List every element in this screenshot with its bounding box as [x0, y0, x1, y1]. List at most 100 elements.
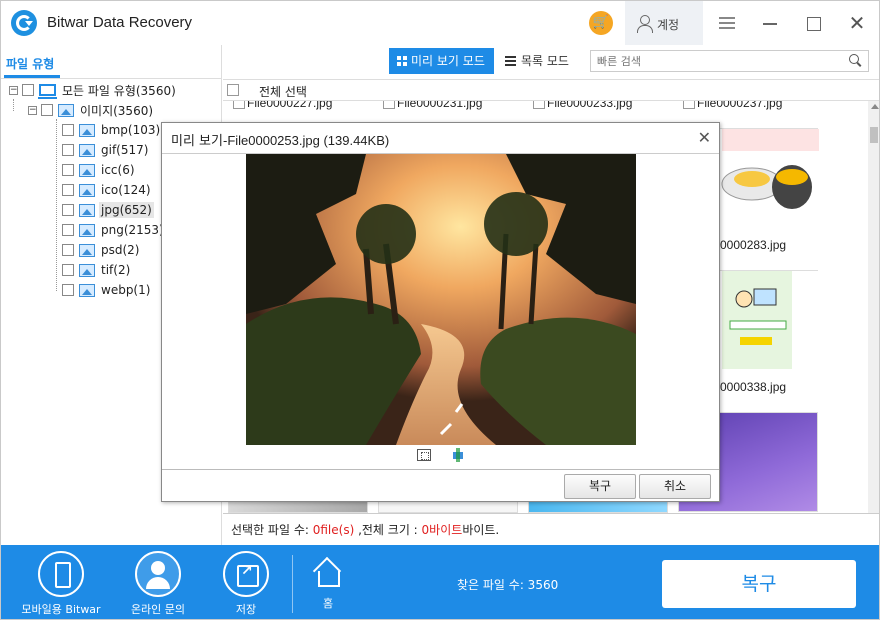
- scroll-thumb[interactable]: [870, 127, 878, 143]
- rotate-icon[interactable]: [451, 448, 465, 462]
- bottom-bar: 모바일용 Bitwar 온라인 문의 저장 홈 찾은 파일 수: 3560 복구: [1, 545, 879, 619]
- recover-button[interactable]: 복구: [662, 560, 856, 608]
- select-all-label: 전체 선택: [259, 85, 307, 99]
- file-checkbox[interactable]: [533, 101, 545, 109]
- menu-icon[interactable]: [713, 9, 741, 37]
- tree-item-label: ico(124): [101, 183, 151, 197]
- checkbox[interactable]: [62, 244, 74, 256]
- dialog-close-icon[interactable]: ✕: [698, 128, 711, 147]
- file-name: File0000231.jpg: [397, 101, 483, 110]
- save-label: 저장: [235, 603, 257, 616]
- collapse-icon[interactable]: −: [28, 105, 37, 115]
- list-mode-label: 목록 모드: [521, 54, 569, 68]
- maximize-button[interactable]: [799, 9, 827, 37]
- tree-item-images[interactable]: − 이미지(3560): [28, 100, 155, 120]
- checkbox[interactable]: [62, 204, 74, 216]
- checkbox[interactable]: [62, 164, 74, 176]
- tree-item-tif[interactable]: tif(2): [62, 260, 132, 280]
- image-icon: [79, 123, 95, 137]
- collapse-icon[interactable]: −: [9, 85, 18, 95]
- phone-icon: [38, 551, 84, 597]
- mobile-bitwar-label: 모바일용 Bitwar: [21, 603, 101, 616]
- title-bar: Bitwar Data Recovery 🛒 계정 ✕: [1, 1, 879, 45]
- list-mode-button[interactable]: 목록 모드: [505, 48, 569, 74]
- search-box: [590, 50, 869, 72]
- fit-to-window-icon[interactable]: [417, 449, 431, 461]
- checkbox[interactable]: [62, 264, 74, 276]
- tree-item-webp[interactable]: webp(1): [62, 280, 152, 300]
- mobile-bitwar-button[interactable]: 모바일용 Bitwar: [13, 551, 109, 617]
- home-label: 홈: [322, 597, 334, 610]
- image-icon: [79, 183, 95, 197]
- tab-file-type-label: 파일 유형: [6, 57, 55, 71]
- tree-item-label: png(2153): [101, 223, 164, 237]
- tree-line: [56, 119, 57, 291]
- image-icon: [79, 243, 95, 257]
- file-name[interactable]: 0000338.jpg: [720, 380, 786, 394]
- tree-item-psd[interactable]: psd(2): [62, 240, 141, 260]
- grid-scrollbar[interactable]: [868, 101, 879, 513]
- online-support-button[interactable]: 온라인 문의: [113, 551, 203, 617]
- preview-mode-button[interactable]: 미리 보기 모드: [389, 48, 494, 74]
- tab-file-type[interactable]: 파일 유형: [1, 45, 222, 79]
- tree-item-label: webp(1): [101, 283, 151, 297]
- user-icon: [635, 14, 653, 33]
- file-name[interactable]: 0000283.jpg: [720, 238, 786, 252]
- tree-item-label: psd(2): [101, 243, 140, 257]
- home-button[interactable]: 홈: [303, 551, 353, 611]
- minimize-button[interactable]: [756, 9, 784, 37]
- tree-line: [13, 99, 14, 111]
- tree-item-png[interactable]: png(2153): [62, 220, 166, 240]
- scroll-up-icon[interactable]: [871, 104, 879, 109]
- tree-item-label: jpg(652): [99, 202, 154, 218]
- file-item[interactable]: File0000237.jpg: [683, 101, 782, 110]
- image-icon: [79, 203, 95, 217]
- tree-item-bmp[interactable]: bmp(103): [62, 120, 162, 140]
- status-suffix: 바이트.: [462, 523, 500, 537]
- tab-underline: [4, 75, 60, 78]
- file-checkbox[interactable]: [683, 101, 695, 109]
- save-button[interactable]: 저장: [211, 551, 281, 617]
- preview-mode-label: 미리 보기 모드: [411, 54, 485, 68]
- dialog-recover-button[interactable]: 복구: [564, 474, 636, 499]
- tree-item-all-types[interactable]: − 모든 파일 유형(3560): [9, 80, 178, 100]
- tree-item-gif[interactable]: gif(517): [62, 140, 150, 160]
- file-item[interactable]: File0000231.jpg: [383, 101, 482, 110]
- app-window: Bitwar Data Recovery 🛒 계정 ✕ 파일 유형 − 모든 파…: [0, 0, 880, 620]
- save-export-icon: [223, 551, 269, 597]
- checkbox[interactable]: [62, 284, 74, 296]
- preview-image: [246, 154, 636, 445]
- file-checkbox[interactable]: [233, 101, 245, 109]
- found-files-count: 찾은 파일 수: 3560: [457, 578, 559, 592]
- file-item[interactable]: File0000233.jpg: [533, 101, 632, 110]
- checkbox[interactable]: [62, 184, 74, 196]
- checkbox[interactable]: [62, 224, 74, 236]
- checkbox[interactable]: [41, 104, 53, 116]
- dialog-title-file: -File0000253.jpg (139.44KB): [222, 133, 390, 148]
- file-item[interactable]: File0000227.jpg: [233, 101, 332, 110]
- search-input[interactable]: [597, 53, 837, 69]
- checkbox[interactable]: [62, 124, 74, 136]
- online-support-label: 온라인 문의: [130, 603, 186, 616]
- tree-item-label: 모든 파일 유형(3560): [62, 83, 176, 98]
- cart-icon[interactable]: 🛒: [589, 11, 613, 35]
- search-icon[interactable]: [849, 54, 862, 67]
- preview-dialog: 미리 보기-File0000253.jpg (139.44KB) ✕ 복구 취소: [161, 122, 720, 502]
- dialog-cancel-button[interactable]: 취소: [639, 474, 711, 499]
- file-checkbox[interactable]: [383, 101, 395, 109]
- checkbox[interactable]: [22, 84, 34, 96]
- account-label: 계정: [657, 18, 680, 32]
- tree-item-icc[interactable]: icc(6): [62, 160, 137, 180]
- image-icon: [79, 283, 95, 297]
- home-icon: [312, 559, 344, 589]
- checkbox[interactable]: [62, 144, 74, 156]
- file-name: File0000237.jpg: [697, 101, 783, 110]
- account-button[interactable]: 계정: [625, 1, 703, 45]
- app-title: Bitwar Data Recovery: [47, 14, 193, 31]
- status-size: 0바이트: [421, 523, 463, 537]
- tree-item-jpg[interactable]: jpg(652): [62, 200, 154, 220]
- tree-item-ico[interactable]: ico(124): [62, 180, 153, 200]
- close-button[interactable]: ✕: [843, 9, 871, 37]
- select-all-checkbox[interactable]: [227, 84, 239, 96]
- tree-item-label: bmp(103): [101, 123, 161, 137]
